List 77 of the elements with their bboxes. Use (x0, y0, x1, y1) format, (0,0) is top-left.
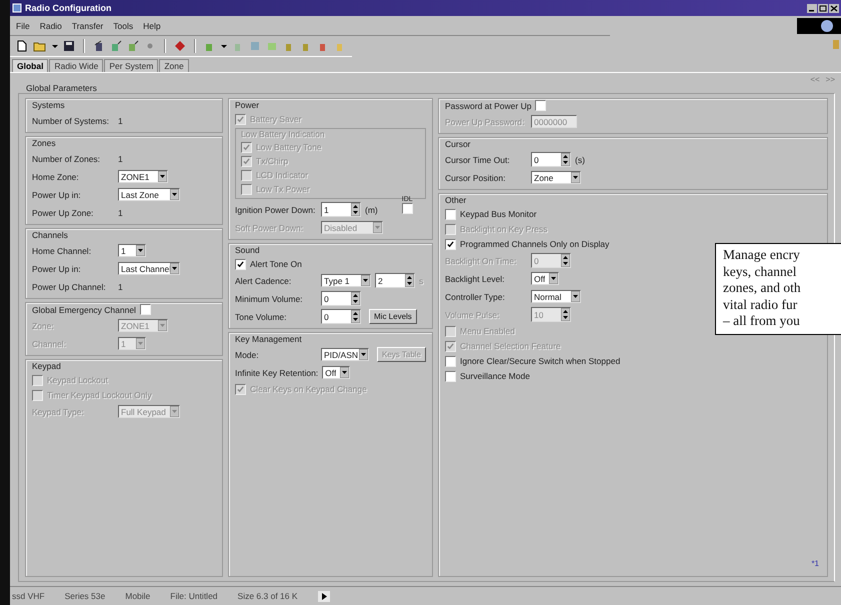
menu-item[interactable]: Tools (113, 20, 134, 30)
checkbox-label: Surveillance Mode (460, 371, 530, 381)
dropdown[interactable]: ZONE1 (118, 170, 168, 183)
tab[interactable]: Zone (159, 59, 189, 72)
group-title: Systems (32, 100, 65, 110)
status-text: File: Untitled (170, 591, 218, 601)
spin-field[interactable]: 0 (321, 309, 361, 324)
callout-text: vital radio fur (723, 296, 798, 313)
field-value: 1 (118, 154, 123, 164)
unit-label: (m) (365, 204, 378, 214)
field-label: Number of Systems: (32, 116, 110, 126)
group-title: Power (235, 100, 260, 110)
dropdown[interactable]: Zone (531, 171, 581, 184)
field-label: Power Up in: (32, 264, 82, 274)
spin-field[interactable]: 0 (531, 152, 571, 167)
dropdown[interactable]: Type 1 (321, 274, 371, 287)
spin-field[interactable]: 1 (321, 202, 361, 217)
menu-item[interactable]: Radio (40, 20, 62, 30)
checkbox-label: Alert Tone On (250, 259, 302, 269)
menu-item[interactable]: Help (143, 20, 161, 30)
field-label: Ignition Power Down: (235, 204, 316, 214)
group-title: Channels (32, 230, 68, 240)
status-text: ssd VHF (12, 591, 45, 601)
spin-field[interactable]: 0 (321, 291, 361, 306)
dropdown[interactable]: PID/ASN (321, 348, 369, 361)
field-value: 1 (118, 208, 123, 218)
dropdown[interactable]: Off (531, 272, 559, 285)
field-label: Power Up Channel: (32, 282, 107, 292)
status-text: Series 53e (64, 591, 106, 601)
callout-text: Manage encry (723, 247, 800, 264)
field-label: Home Zone: (32, 172, 80, 182)
field-label: Power Up in: (32, 190, 82, 200)
menu-item[interactable]: File (16, 20, 30, 30)
group-title: Keypad (32, 361, 61, 371)
group-title: Key Management (235, 334, 302, 344)
field-label: Controller Type: (445, 292, 506, 302)
dropdown[interactable]: 1 (118, 244, 146, 257)
group-title: Sound (235, 245, 260, 255)
dropdown[interactable]: Last Zone (118, 188, 180, 201)
field-label: Mode: (235, 350, 260, 360)
spin-field[interactable]: 2 (375, 273, 415, 288)
footnote-mark: *1 (811, 559, 819, 568)
field-label: Number of Zones: (32, 154, 102, 164)
group-title: Global Emergency Channel (32, 304, 136, 314)
dropdown[interactable]: Normal (531, 290, 581, 303)
field-label: Tone Volume: (235, 312, 288, 322)
tab[interactable]: Global (12, 59, 48, 72)
unit-label: (s) (575, 154, 585, 164)
field-label: Power Up Zone: (32, 208, 94, 218)
callout-text: keys, channel (723, 264, 796, 280)
callout-text: – all from you (723, 313, 800, 330)
field-value: 1 (118, 282, 123, 292)
checkbox-label: Programmed Channels Only on Display (460, 239, 610, 249)
dropdown[interactable]: Off (322, 366, 350, 379)
field-label: Alert Cadence: (235, 276, 292, 286)
field-label: Cursor Time Out: (445, 154, 511, 164)
field-label: Home Channel: (32, 246, 92, 256)
group-title: Cursor (445, 139, 471, 149)
page-title: Global Parameters (26, 83, 97, 93)
tab[interactable]: Per System (104, 59, 158, 72)
status-text: Size 6.3 of 16 K (238, 591, 298, 601)
group-title: Password at Power Up (445, 100, 532, 110)
checkbox-label: Ignore Clear/Secure Switch when Stopped (460, 356, 620, 366)
status-text: Mobile (125, 591, 150, 601)
tab[interactable]: Radio Wide (49, 59, 104, 72)
field-label: Infinite Key Retention: (235, 368, 318, 378)
menu-item[interactable]: Transfer (72, 20, 104, 30)
checkbox-label: Keypad Bus Monitor (460, 209, 537, 219)
window-title: Radio Configuration (25, 3, 112, 13)
field-value: 1 (118, 116, 123, 126)
field-label: Cursor Position: (445, 172, 506, 182)
field-label: Backlight Level: (445, 274, 506, 284)
group-title: Other (445, 195, 466, 205)
field-label: Minimum Volume: (235, 294, 304, 304)
action-button[interactable]: Mic Levels (369, 309, 417, 324)
group-title: Zones (32, 138, 56, 148)
callout-text: zones, and oth (723, 280, 801, 296)
